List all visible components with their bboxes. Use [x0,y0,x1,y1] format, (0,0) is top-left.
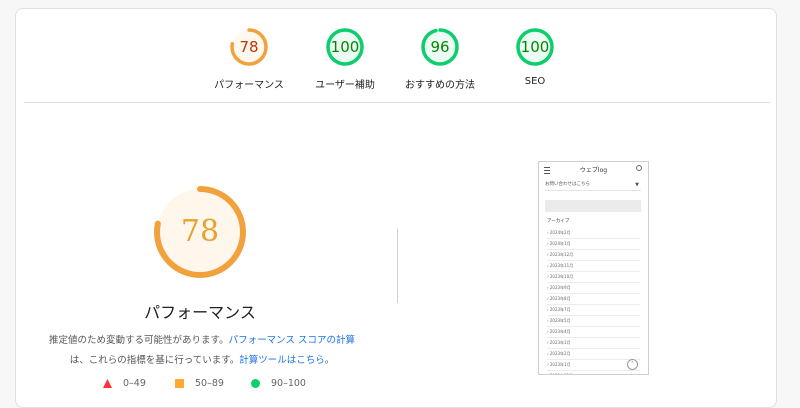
big-gauge-score: 78 [180,214,220,249]
gauge-best-practices[interactable]: 96 おすすめの方法 [390,9,490,103]
gauge-label: おすすめの方法 [405,80,475,91]
archive-item: › 2023年12月 [547,250,640,261]
calculator-link[interactable]: 計算ツールはこちら [239,355,325,366]
gauge-score: 100 [330,38,360,56]
gauge-score: 78 [239,38,259,56]
performance-big-gauge: 78 [152,184,248,280]
lighthouse-report-card: 78 パフォーマンス 100 ユーザー補助 96 おすすめの方法 100 SEO… [15,8,777,408]
archive-item: › 2023年11月 [547,261,640,272]
archive-item: › 2023年3月 [547,338,640,349]
gauge-label: SEO [524,76,546,87]
gauge-accessibility[interactable]: 100 ユーザー補助 [295,9,395,103]
legend-range: 50–89 [195,378,224,389]
select-text: お問い合わせはこちら [545,182,590,187]
archive-heading: アーカイブ [547,219,570,224]
archive-item: › 2024年2月 [547,228,640,239]
archive-item: › 2023年1月 [547,360,640,371]
archive-item: › 2023年5月 [547,316,640,327]
desc-text: 推定値のため変動する可能性があります。 [49,335,229,346]
screenshot-header: ウェブlog [539,162,648,178]
archive-item: › 2023年4月 [547,327,640,338]
gauge-score: 96 [430,38,450,56]
header-divider [24,102,770,103]
scroll-top-icon: ⌃ [627,359,638,370]
category-gauges: 78 パフォーマンス 100 ユーザー補助 96 おすすめの方法 100 SEO [16,9,776,103]
archive-item: › 2022年12月 [547,371,640,374]
score-legend: 0–49 50–89 90–100 [102,377,362,393]
legend-range: 0–49 [123,378,146,389]
performance-title: パフォーマンス [144,303,256,322]
gauge-label: ユーザー補助 [315,80,375,91]
desc-text: は、これらの指標を基に行っています。 [69,355,240,366]
pass-circle-icon [251,379,260,388]
section-separator [397,229,398,303]
screenshot-select: お問い合わせはこちら ▼ [545,180,641,191]
performance-description: 推定値のため変動する可能性があります。パフォーマンス スコアの計算は、これらの指… [44,331,360,371]
archive-item: › 2023年10月 [547,272,640,283]
archive-item: › 2023年9月 [547,283,640,294]
archive-item: › 2023年7月 [547,305,640,316]
average-square-icon [175,379,184,388]
archive-item: › 2023年8月 [547,294,640,305]
gauge-score: 100 [520,38,550,56]
archive-item: › 2024年1月 [547,239,640,250]
screenshot-banner [545,200,641,212]
archive-item: › 2023年2月 [547,349,640,360]
gauge-label: パフォーマンス [214,80,284,91]
legend-range: 90–100 [271,378,306,389]
gauge-performance[interactable]: 78 パフォーマンス [199,9,299,103]
screenshot-site-title: ウェブlog [579,167,608,174]
score-calculation-link[interactable]: パフォーマンス スコアの計算 [229,335,355,346]
page-screenshot-thumbnail[interactable]: ウェブlog お問い合わせはこちら ▼ アーカイブ › 2024年2月 › 202… [538,161,649,375]
gauge-seo[interactable]: 100 SEO [485,9,585,103]
fail-triangle-icon [103,379,112,388]
search-icon [636,165,642,171]
caret-down-icon: ▼ [635,182,639,188]
desc-text: 。 [324,355,335,366]
